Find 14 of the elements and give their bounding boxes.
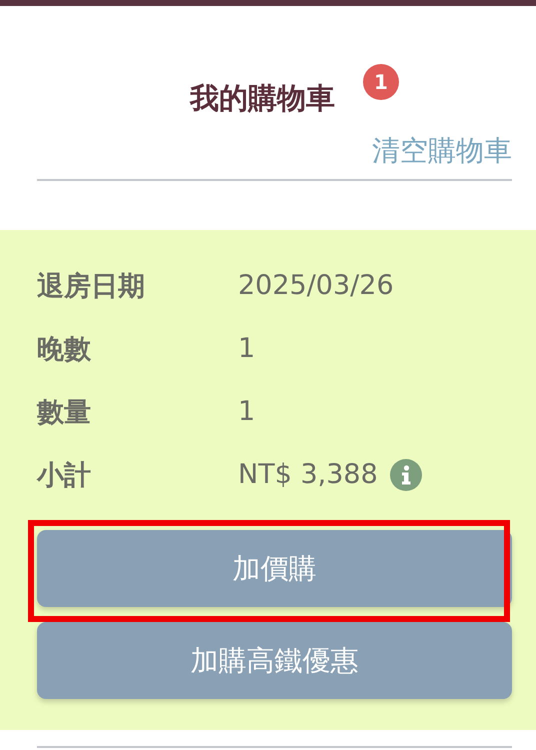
action-button[interactable]: 加價購 [37,530,512,607]
count-badge: 1 [363,64,399,100]
info-icon[interactable] [390,458,422,490]
detail-value: NT$ 3,388 [238,459,378,490]
detail-label: 晚數 [37,332,92,366]
detail-label: 退房日期 [37,270,146,304]
detail-label: 數量 [37,396,92,430]
action-button[interactable]: 加購高鐵優惠 [37,622,512,699]
detail-value: 2025/03/26 [238,270,394,301]
detail-value: 1 [238,333,256,364]
clear-cart-link[interactable]: 清空購物車 [372,133,512,169]
detail-value: 1 [238,396,256,427]
cart-title: 我的購物車 [190,80,335,117]
detail-label: 小計 [37,458,92,492]
